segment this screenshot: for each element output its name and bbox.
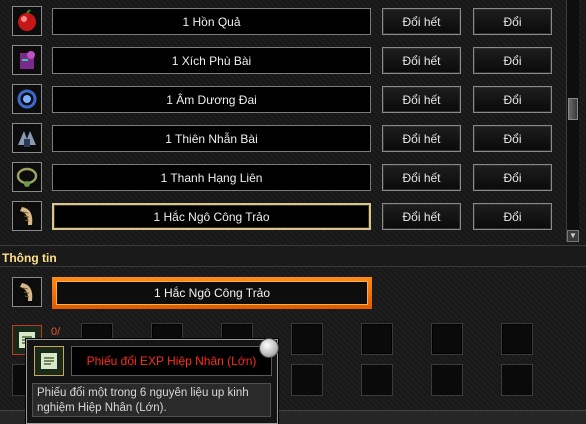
list-item: 1 Thanh Hạng Liên Đổi hết Đổi [0,160,560,199]
claw-icon[interactable] [12,201,42,231]
material-slot[interactable] [361,323,393,355]
wing-plaque-icon[interactable] [12,123,42,153]
arrow-down-icon[interactable]: ▼ [567,230,579,242]
item-name[interactable]: 1 Thiên Nhẫn Bài [52,125,371,152]
list-scrollbar[interactable]: ▼ [566,0,579,242]
exchange-button[interactable]: Đổi [473,203,552,230]
exchange-button[interactable]: Đổi [473,8,552,35]
list-item: 1 Thiên Nhẫn Bài Đổi hết Đổi [0,121,560,160]
item-name[interactable]: 1 Âm Dương Đai [52,86,371,113]
item-name-selected[interactable]: 1 Hắc Ngô Công Trảo [52,203,371,230]
exchange-all-button[interactable]: Đổi hết [382,125,461,152]
material-slot[interactable] [431,364,463,396]
exp-voucher-icon [34,346,64,376]
info-section-title: Thông tin [2,251,57,265]
exchange-all-button[interactable]: Đổi hết [382,47,461,74]
exchange-all-button[interactable]: Đổi hết [382,164,461,191]
material-slot[interactable] [361,364,393,396]
tooltip-title: Phiếu đổi EXP Hiệp Nhân (Lớn) [71,346,272,376]
selected-item-frame: 1 Hắc Ngô Công Trảo [52,277,372,309]
red-orb-icon[interactable] [12,6,42,36]
item-name[interactable]: 1 Hồn Quả [52,8,371,35]
selected-item-name: 1 Hắc Ngô Công Trảo [56,281,368,305]
purple-talisman-icon[interactable] [12,45,42,75]
material-slot[interactable] [431,323,463,355]
material-slot[interactable] [291,323,323,355]
exchange-all-button[interactable]: Đổi hết [382,8,461,35]
exchange-list-panel: 1 Hồn Quả Đổi hết Đổi 1 Xích Phù Bài Đổi… [0,0,586,246]
material-slot[interactable] [291,364,323,396]
material-slot[interactable] [501,323,533,355]
close-orb-icon[interactable] [259,338,279,358]
item-tooltip: Phiếu đổi EXP Hiệp Nhân (Lớn) Phiếu đổi … [26,338,279,424]
blue-belt-icon[interactable] [12,84,42,114]
exchange-button[interactable]: Đổi [473,47,552,74]
material-slot[interactable] [501,364,533,396]
material-count: 0/ [51,326,61,338]
exchange-button[interactable]: Đổi [473,86,552,113]
item-name[interactable]: 1 Xích Phù Bài [52,47,371,74]
exchange-button[interactable]: Đổi [473,164,552,191]
item-name[interactable]: 1 Thanh Hạng Liên [52,164,371,191]
exchange-all-button[interactable]: Đổi hết [382,86,461,113]
scroll-thumb[interactable] [568,98,578,120]
claw-icon [12,277,42,307]
exchange-all-button[interactable]: Đổi hết [382,203,461,230]
tooltip-description: Phiếu đổi một trong 6 nguyên liệu up kin… [32,383,271,417]
list-item: 1 Âm Dương Đai Đổi hết Đổi [0,82,560,121]
exchange-button[interactable]: Đổi [473,125,552,152]
list-item: 1 Xích Phù Bài Đổi hết Đổi [0,43,560,82]
list-item: 1 Hắc Ngô Công Trảo Đổi hết Đổi [0,199,560,238]
list-item: 1 Hồn Quả Đổi hết Đổi [0,4,560,43]
green-necklace-icon[interactable] [12,162,42,192]
